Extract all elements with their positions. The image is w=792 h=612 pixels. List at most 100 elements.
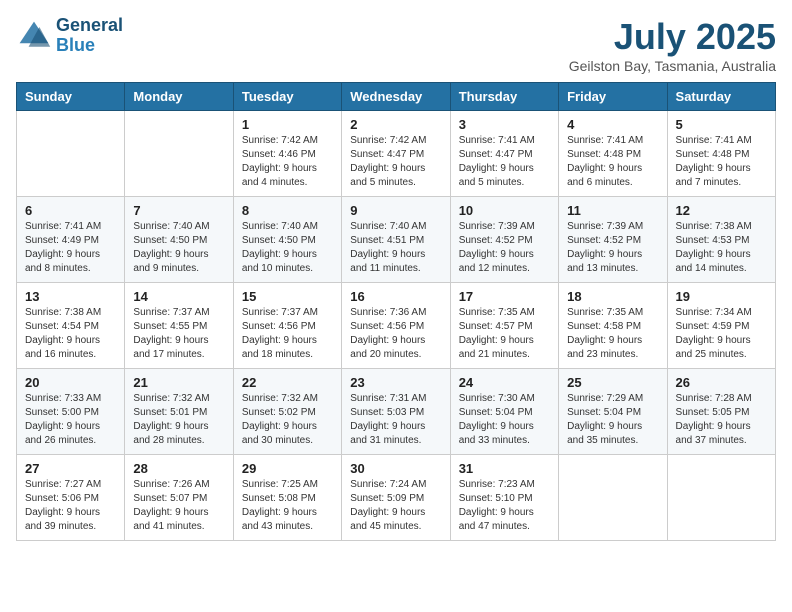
day-info: Sunrise: 7:29 AMSunset: 5:04 PMDaylight:…	[567, 392, 658, 448]
day-number: 25	[567, 375, 658, 390]
calendar-cell	[667, 455, 775, 541]
logo: General Blue	[16, 16, 123, 56]
day-number: 22	[242, 375, 333, 390]
calendar-cell: 12Sunrise: 7:38 AMSunset: 4:53 PMDayligh…	[667, 197, 775, 283]
day-number: 4	[567, 117, 658, 132]
day-info: Sunrise: 7:41 AMSunset: 4:49 PMDaylight:…	[25, 220, 116, 276]
day-number: 18	[567, 289, 658, 304]
day-number: 23	[350, 375, 441, 390]
calendar-cell: 1 Sunrise: 7:42 AMSunset: 4:46 PMDaylight…	[233, 111, 341, 197]
calendar-cell: 2 Sunrise: 7:42 AMSunset: 4:47 PMDaylight…	[342, 111, 450, 197]
day-number: 14	[133, 289, 224, 304]
day-info: Sunrise: 7:42 AMSunset: 4:46 PMDaylight:…	[242, 134, 333, 190]
calendar-cell: 15 Sunrise: 7:37 AMSunset: 4:56 PMDayligh…	[233, 283, 341, 369]
calendar-cell: 26 Sunrise: 7:28 AMSunset: 5:05 PMDayligh…	[667, 369, 775, 455]
calendar-week-row: 13Sunrise: 7:38 AMSunset: 4:54 PMDayligh…	[17, 283, 776, 369]
day-number: 7	[133, 203, 224, 218]
day-info: Sunrise: 7:42 AMSunset: 4:47 PMDaylight:…	[350, 134, 441, 190]
day-info: Sunrise: 7:27 AMSunset: 5:06 PMDaylight:…	[25, 478, 116, 534]
day-number: 5	[676, 117, 767, 132]
month-title: July 2025	[569, 16, 776, 58]
calendar-cell: 18 Sunrise: 7:35 AMSunset: 4:58 PMDayligh…	[559, 283, 667, 369]
calendar-cell: 19 Sunrise: 7:34 AMSunset: 4:59 PMDayligh…	[667, 283, 775, 369]
day-number: 2	[350, 117, 441, 132]
day-info: Sunrise: 7:33 AMSunset: 5:00 PMDaylight:…	[25, 392, 116, 448]
calendar-cell: 31 Sunrise: 7:23 AMSunset: 5:10 PMDayligh…	[450, 455, 558, 541]
calendar-week-row: 1 Sunrise: 7:42 AMSunset: 4:46 PMDaylight…	[17, 111, 776, 197]
day-number: 11	[567, 203, 658, 218]
day-number: 9	[350, 203, 441, 218]
location-title: Geilston Bay, Tasmania, Australia	[569, 58, 776, 74]
calendar-cell: 30Sunrise: 7:24 AMSunset: 5:09 PMDayligh…	[342, 455, 450, 541]
day-number: 28	[133, 461, 224, 476]
day-info: Sunrise: 7:32 AMSunset: 5:01 PMDaylight:…	[133, 392, 224, 448]
page-header: General Blue July 2025 Geilston Bay, Tas…	[16, 16, 776, 74]
day-number: 1	[242, 117, 333, 132]
calendar-cell: 16Sunrise: 7:36 AMSunset: 4:56 PMDayligh…	[342, 283, 450, 369]
day-info: Sunrise: 7:35 AMSunset: 4:57 PMDaylight:…	[459, 306, 550, 362]
calendar-cell: 17 Sunrise: 7:35 AMSunset: 4:57 PMDayligh…	[450, 283, 558, 369]
calendar-cell: 21 Sunrise: 7:32 AMSunset: 5:01 PMDayligh…	[125, 369, 233, 455]
day-number: 29	[242, 461, 333, 476]
day-info: Sunrise: 7:35 AMSunset: 4:58 PMDaylight:…	[567, 306, 658, 362]
calendar-cell: 28 Sunrise: 7:26 AMSunset: 5:07 PMDayligh…	[125, 455, 233, 541]
day-info: Sunrise: 7:28 AMSunset: 5:05 PMDaylight:…	[676, 392, 767, 448]
day-number: 19	[676, 289, 767, 304]
calendar-cell: 9 Sunrise: 7:40 AMSunset: 4:51 PMDaylight…	[342, 197, 450, 283]
calendar-cell: 13Sunrise: 7:38 AMSunset: 4:54 PMDayligh…	[17, 283, 125, 369]
day-info: Sunrise: 7:31 AMSunset: 5:03 PMDaylight:…	[350, 392, 441, 448]
day-number: 6	[25, 203, 116, 218]
day-info: Sunrise: 7:24 AMSunset: 5:09 PMDaylight:…	[350, 478, 441, 534]
calendar-week-row: 6 Sunrise: 7:41 AMSunset: 4:49 PMDaylight…	[17, 197, 776, 283]
calendar-cell: 11 Sunrise: 7:39 AMSunset: 4:52 PMDayligh…	[559, 197, 667, 283]
calendar-cell: 8 Sunrise: 7:40 AMSunset: 4:50 PMDaylight…	[233, 197, 341, 283]
day-info: Sunrise: 7:38 AMSunset: 4:53 PMDaylight:…	[676, 220, 767, 276]
day-info: Sunrise: 7:23 AMSunset: 5:10 PMDaylight:…	[459, 478, 550, 534]
calendar-cell	[125, 111, 233, 197]
day-info: Sunrise: 7:39 AMSunset: 4:52 PMDaylight:…	[567, 220, 658, 276]
day-number: 10	[459, 203, 550, 218]
day-info: Sunrise: 7:37 AMSunset: 4:55 PMDaylight:…	[133, 306, 224, 362]
day-info: Sunrise: 7:26 AMSunset: 5:07 PMDaylight:…	[133, 478, 224, 534]
day-info: Sunrise: 7:37 AMSunset: 4:56 PMDaylight:…	[242, 306, 333, 362]
day-number: 3	[459, 117, 550, 132]
day-info: Sunrise: 7:41 AMSunset: 4:47 PMDaylight:…	[459, 134, 550, 190]
day-number: 27	[25, 461, 116, 476]
weekday-header-sunday: Sunday	[17, 83, 125, 111]
day-number: 21	[133, 375, 224, 390]
day-info: Sunrise: 7:40 AMSunset: 4:51 PMDaylight:…	[350, 220, 441, 276]
calendar-cell: 14 Sunrise: 7:37 AMSunset: 4:55 PMDayligh…	[125, 283, 233, 369]
calendar-cell	[559, 455, 667, 541]
calendar-cell: 4Sunrise: 7:41 AMSunset: 4:48 PMDaylight…	[559, 111, 667, 197]
title-section: July 2025 Geilston Bay, Tasmania, Austra…	[569, 16, 776, 74]
calendar-cell: 22Sunrise: 7:32 AMSunset: 5:02 PMDayligh…	[233, 369, 341, 455]
weekday-header-tuesday: Tuesday	[233, 83, 341, 111]
logo-icon	[16, 18, 52, 54]
day-number: 17	[459, 289, 550, 304]
calendar-week-row: 27 Sunrise: 7:27 AMSunset: 5:06 PMDayligh…	[17, 455, 776, 541]
calendar-table: SundayMondayTuesdayWednesdayThursdayFrid…	[16, 82, 776, 541]
day-info: Sunrise: 7:40 AMSunset: 4:50 PMDaylight:…	[133, 220, 224, 276]
day-info: Sunrise: 7:34 AMSunset: 4:59 PMDaylight:…	[676, 306, 767, 362]
day-number: 24	[459, 375, 550, 390]
day-number: 20	[25, 375, 116, 390]
weekday-header-saturday: Saturday	[667, 83, 775, 111]
day-number: 31	[459, 461, 550, 476]
calendar-cell: 10 Sunrise: 7:39 AMSunset: 4:52 PMDayligh…	[450, 197, 558, 283]
calendar-cell: 20 Sunrise: 7:33 AMSunset: 5:00 PMDayligh…	[17, 369, 125, 455]
day-info: Sunrise: 7:39 AMSunset: 4:52 PMDaylight:…	[459, 220, 550, 276]
day-info: Sunrise: 7:25 AMSunset: 5:08 PMDaylight:…	[242, 478, 333, 534]
calendar-cell: 24Sunrise: 7:30 AMSunset: 5:04 PMDayligh…	[450, 369, 558, 455]
day-number: 26	[676, 375, 767, 390]
calendar-cell: 3 Sunrise: 7:41 AMSunset: 4:47 PMDaylight…	[450, 111, 558, 197]
calendar-cell: 23 Sunrise: 7:31 AMSunset: 5:03 PMDayligh…	[342, 369, 450, 455]
day-number: 15	[242, 289, 333, 304]
calendar-cell: 27 Sunrise: 7:27 AMSunset: 5:06 PMDayligh…	[17, 455, 125, 541]
weekday-header-thursday: Thursday	[450, 83, 558, 111]
logo-text: General Blue	[56, 16, 123, 56]
calendar-cell	[17, 111, 125, 197]
weekday-header-wednesday: Wednesday	[342, 83, 450, 111]
day-number: 8	[242, 203, 333, 218]
calendar-cell: 29 Sunrise: 7:25 AMSunset: 5:08 PMDayligh…	[233, 455, 341, 541]
day-info: Sunrise: 7:40 AMSunset: 4:50 PMDaylight:…	[242, 220, 333, 276]
